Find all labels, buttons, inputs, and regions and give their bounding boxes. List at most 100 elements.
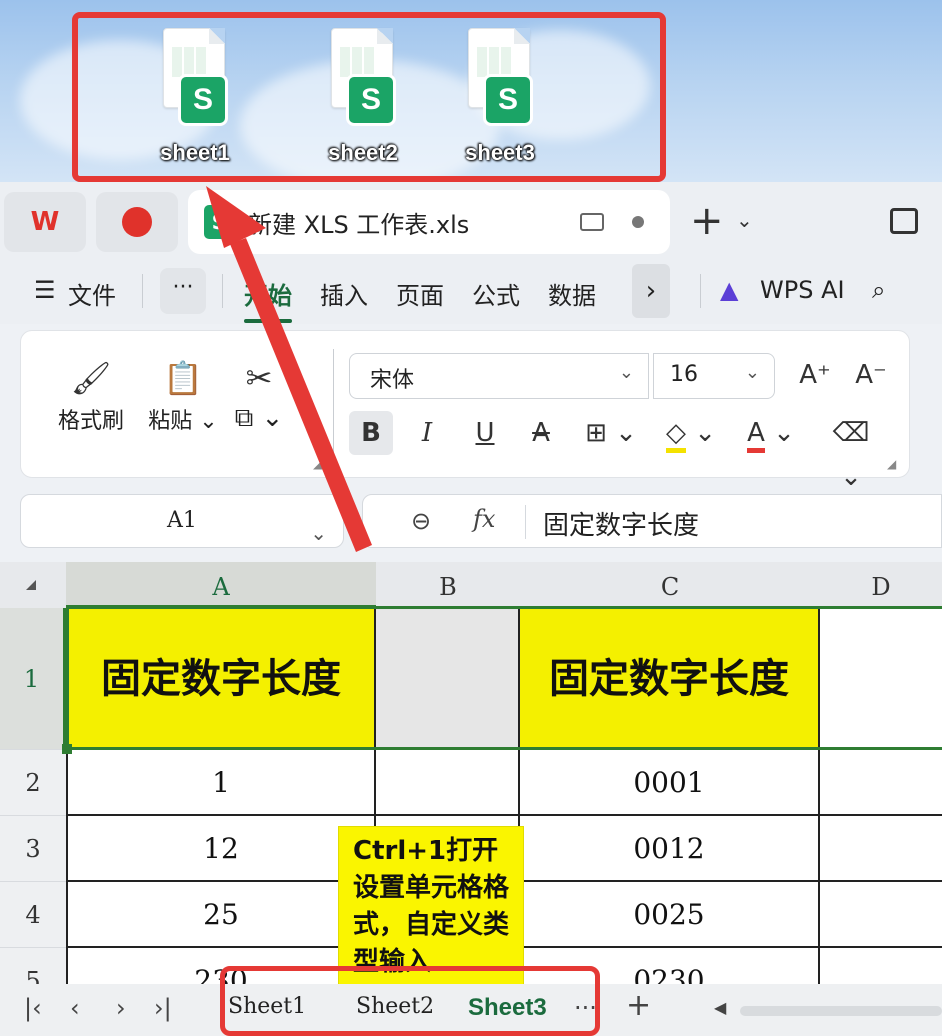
cell-d4[interactable] bbox=[820, 882, 942, 948]
cell-a3[interactable]: 12 bbox=[66, 816, 376, 882]
pdf-app-button[interactable] bbox=[96, 192, 178, 252]
tab-page[interactable]: 页面 bbox=[396, 276, 444, 311]
wps-logo-icon: W bbox=[30, 207, 60, 237]
first-sheet-icon[interactable]: |‹ bbox=[24, 994, 42, 1022]
sheet-tab-3[interactable]: Sheet3 bbox=[468, 994, 547, 1022]
tab-insert[interactable]: 插入 bbox=[320, 276, 368, 311]
shrink-font-button[interactable]: A⁻ bbox=[849, 353, 893, 397]
tab-formula[interactable]: 公式 bbox=[472, 276, 520, 311]
format-painter-label: 格式刷 bbox=[57, 409, 124, 434]
wps-home-button[interactable]: W bbox=[4, 192, 86, 252]
underline-button[interactable]: U bbox=[463, 411, 507, 455]
sheet-tab-1[interactable]: Sheet1 bbox=[228, 994, 306, 1019]
cell-a1[interactable]: 固定数字长度 bbox=[66, 608, 376, 750]
strikethrough-button[interactable]: A bbox=[519, 411, 563, 455]
cell-c1[interactable]: 固定数字长度 bbox=[520, 608, 820, 750]
cell-d2[interactable] bbox=[820, 750, 942, 816]
font-color-icon[interactable]: A ⌄ bbox=[741, 411, 801, 455]
fill-color-icon[interactable]: ◇ ⌄ bbox=[661, 411, 721, 455]
row-header-3[interactable]: 3 bbox=[0, 816, 66, 882]
cell-d3[interactable] bbox=[820, 816, 942, 882]
menu-more-button[interactable]: ··· bbox=[160, 268, 206, 314]
desktop-background: S sheet1 S sheet2 S sheet3 bbox=[0, 0, 942, 182]
menu-separator bbox=[222, 274, 223, 308]
horizontal-scrollbar[interactable] bbox=[740, 1006, 942, 1016]
tab-data[interactable]: 数据 bbox=[548, 276, 596, 311]
font-size-select[interactable]: 16 ⌄ bbox=[653, 353, 775, 399]
cell-b1[interactable] bbox=[376, 608, 520, 750]
paste-label: 粘贴 ⌄ bbox=[148, 409, 218, 434]
hamburger-menu-icon[interactable]: ☰ bbox=[34, 276, 56, 304]
paintbrush-icon: 🖌 bbox=[70, 359, 112, 397]
menu-scroll-right-button[interactable]: › bbox=[632, 264, 670, 318]
column-header-c[interactable]: C bbox=[520, 562, 820, 608]
zoom-search-icon[interactable]: ⊖ bbox=[411, 507, 431, 535]
function-icon[interactable]: fx bbox=[473, 505, 495, 533]
dialog-launcher-icon[interactable]: ◢ bbox=[313, 457, 322, 471]
row-header-4[interactable]: 4 bbox=[0, 882, 66, 948]
column-header-b[interactable]: B bbox=[376, 562, 520, 608]
formula-value: 固定数字长度 bbox=[543, 511, 700, 541]
dialog-launcher-icon[interactable]: ◢ bbox=[887, 457, 896, 471]
spreadsheet-s-icon: S bbox=[204, 205, 234, 239]
grow-font-button[interactable]: A⁺ bbox=[793, 353, 837, 397]
copy-icon[interactable]: ⧉ ⌄ bbox=[219, 403, 299, 434]
document-tab[interactable]: S 新建 XLS 工作表.xls bbox=[188, 190, 670, 254]
next-sheet-icon[interactable]: › bbox=[116, 994, 126, 1022]
title-bar: W S 新建 XLS 工作表.xls + ⌄ bbox=[0, 182, 942, 262]
wps-ai-button[interactable]: WPS AI bbox=[760, 276, 845, 304]
wps-ai-logo-icon: ▲ bbox=[720, 276, 739, 304]
row-header-1[interactable]: 1 bbox=[0, 608, 66, 750]
cell-c2[interactable]: 0001 bbox=[520, 750, 820, 816]
cell-a5[interactable]: 230 bbox=[66, 948, 376, 984]
borders-icon[interactable]: ⊞ ⌄ bbox=[581, 411, 641, 455]
formula-bar[interactable]: ⊖ fx 固定数字长度 bbox=[362, 494, 942, 548]
cell-c3[interactable]: 0012 bbox=[520, 816, 820, 882]
cell-d1[interactable] bbox=[820, 608, 942, 750]
row-header-2[interactable]: 2 bbox=[0, 750, 66, 816]
menu-separator bbox=[700, 274, 701, 308]
column-header-a[interactable]: A bbox=[66, 562, 376, 608]
cell-a2[interactable]: 1 bbox=[66, 750, 376, 816]
cell-reference: A1 bbox=[167, 508, 197, 533]
select-all-corner[interactable] bbox=[0, 562, 66, 608]
paste-button[interactable]: 📋 粘贴 ⌄ bbox=[143, 353, 223, 435]
pdf-logo-icon bbox=[122, 207, 152, 237]
add-sheet-button[interactable]: + bbox=[626, 988, 651, 1023]
cut-button[interactable]: ✂ ⧉ ⌄ bbox=[219, 353, 299, 434]
cell-c5[interactable]: 0230 bbox=[520, 948, 820, 984]
menu-file[interactable]: 文件 bbox=[68, 276, 116, 311]
sheet-tab-2[interactable]: Sheet2 bbox=[356, 994, 434, 1019]
format-painter-button[interactable]: 🖌 格式刷 bbox=[51, 353, 131, 435]
font-name-select[interactable]: 宋体 ⌄ bbox=[349, 353, 649, 399]
menu-separator bbox=[142, 274, 143, 308]
monitor-icon[interactable] bbox=[580, 213, 604, 231]
chevron-down-icon[interactable]: ⌄ bbox=[736, 208, 753, 232]
name-box[interactable]: A1 ⌄ bbox=[20, 494, 344, 548]
last-sheet-icon[interactable]: ›| bbox=[154, 994, 172, 1022]
prev-sheet-icon[interactable]: ‹ bbox=[70, 994, 80, 1022]
search-icon[interactable]: ⌕ bbox=[872, 276, 885, 304]
ribbon-separator bbox=[333, 349, 334, 459]
scroll-left-icon[interactable]: ◀ bbox=[714, 998, 726, 1017]
formula-separator bbox=[525, 505, 526, 539]
tab-home[interactable]: 开始 bbox=[244, 276, 292, 323]
new-tab-button[interactable]: + bbox=[690, 198, 724, 244]
cell-c4[interactable]: 0025 bbox=[520, 882, 820, 948]
cell-d5[interactable] bbox=[820, 948, 942, 984]
italic-button[interactable]: I bbox=[405, 411, 449, 455]
chevron-down-icon: ⌄ bbox=[618, 362, 634, 383]
row-header-5[interactable]: 5 bbox=[0, 948, 66, 984]
bold-button[interactable]: B bbox=[349, 411, 393, 455]
sheet-tab-bar: |‹ ‹ › ›| Sheet1 Sheet2 Sheet3 ··· + ◀ bbox=[0, 984, 942, 1036]
unsaved-dot-icon bbox=[632, 216, 644, 228]
window-restore-icon[interactable] bbox=[890, 208, 918, 234]
cell-a4[interactable]: 25 bbox=[66, 882, 376, 948]
sheet-more-button[interactable]: ··· bbox=[574, 994, 597, 1022]
eraser-icon[interactable]: ⌫ ⌄ bbox=[821, 411, 881, 492]
cell-b2[interactable] bbox=[376, 750, 520, 816]
fill-handle[interactable] bbox=[62, 744, 72, 754]
font-name-value: 宋体 bbox=[370, 368, 415, 393]
column-header-d[interactable]: D bbox=[820, 562, 942, 608]
clipboard-icon: 📋 bbox=[163, 359, 203, 397]
